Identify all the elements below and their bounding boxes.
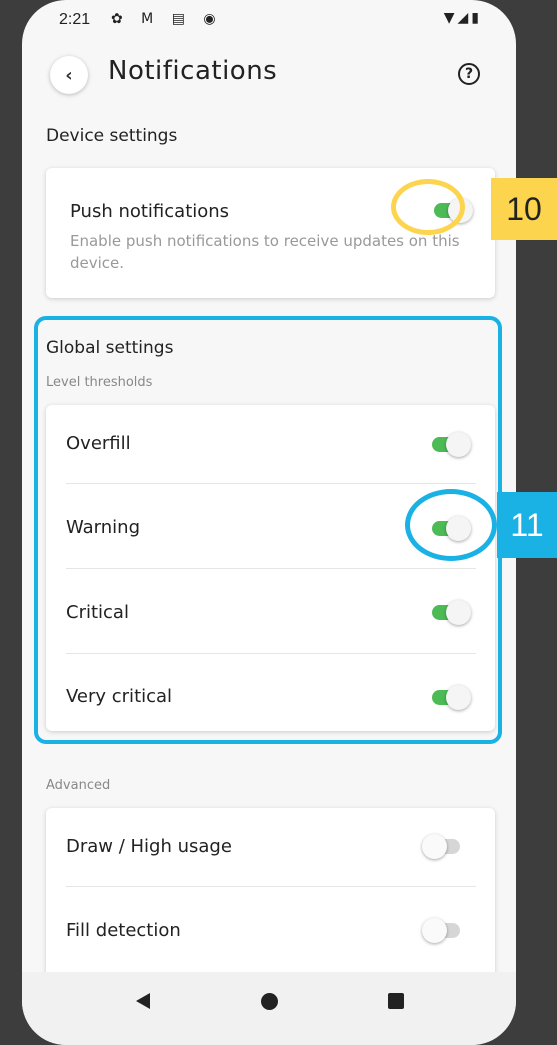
status-time: 2:21 [59,11,91,28]
page-title: Notifications [108,56,278,86]
divider [66,886,476,887]
device-settings-heading: Device settings [46,126,178,146]
advanced-subtitle: Advanced [46,778,111,793]
status-notification-icons: ✿ M ▤ ◉ [111,11,223,27]
status-signal-battery-icons: ▼◢▮ [443,10,482,26]
push-notifications-description: Enable push notifications to receive upd… [70,232,460,272]
fill-detection-toggle[interactable] [422,918,464,943]
nav-home-icon[interactable] [261,993,278,1010]
warning-toggle-highlight-ring [405,489,497,561]
advanced-card: Draw / High usage Fill detection [46,808,495,988]
nav-recents-icon[interactable] [388,993,404,1009]
help-icon[interactable]: ? [458,63,480,85]
nav-back-icon[interactable] [136,993,150,1009]
status-bar: 2:21 ✿ M ▤ ◉ ▼◢▮ [22,0,516,44]
push-notifications-label: Push notifications [70,201,230,222]
callout-badge-10: 10 [491,178,557,240]
advanced-label-draw-high-usage: Draw / High usage [66,836,232,857]
push-toggle-highlight-ring [391,179,465,235]
draw-high-usage-toggle[interactable] [422,834,464,859]
help-icon-glyph: ? [464,66,474,82]
advanced-label-fill-detection: Fill detection [66,920,181,941]
callout-badge-11: 11 [497,492,557,558]
chevron-left-icon: ‹ [65,64,73,86]
back-button[interactable]: ‹ [50,56,88,94]
